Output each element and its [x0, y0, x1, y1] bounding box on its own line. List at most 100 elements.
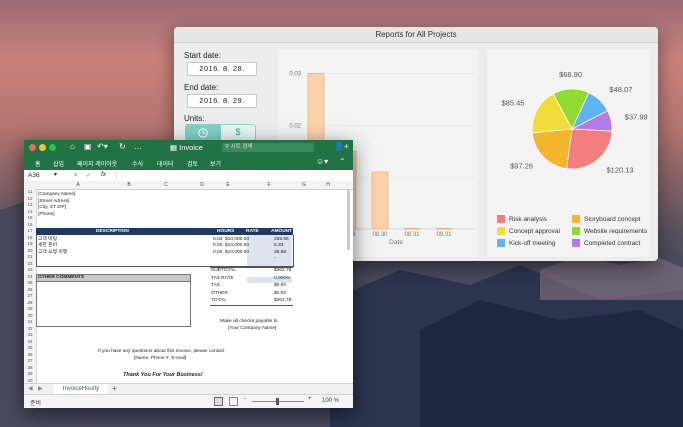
total-value-cell[interactable]: $302.78: [274, 298, 291, 304]
minimize-button[interactable]: [39, 144, 46, 151]
item-desc-cell[interactable]: 고객 미팅: [38, 237, 57, 243]
save-icon[interactable]: ▣: [84, 142, 92, 151]
item-amount-cell[interactable]: 8.33: [274, 243, 283, 249]
phone-cell[interactable]: [Phone]: [38, 212, 55, 218]
item-hours-cell[interactable]: 0.00: [213, 243, 222, 249]
legend-item: Storyboard concept: [572, 215, 640, 224]
city-cell[interactable]: [City, ST ZIP]: [38, 205, 66, 211]
status-bar: 준비 − + 100 %: [24, 394, 353, 408]
tab-review[interactable]: 검토: [187, 159, 198, 168]
payable-line-1: Make all checks payable to: [220, 319, 278, 324]
start-date-field[interactable]: 2016. 8. 28.: [187, 62, 257, 76]
item-hours-cell[interactable]: 0.03: [213, 237, 222, 243]
other-comments-box[interactable]: [36, 281, 191, 327]
close-button[interactable]: [29, 144, 36, 151]
tab-view[interactable]: 보기: [210, 159, 221, 168]
legend-label: Completed contract: [584, 240, 641, 247]
add-sheet-button[interactable]: +: [112, 384, 117, 393]
normal-view-icon[interactable]: [214, 397, 223, 406]
page-layout-view-icon[interactable]: [229, 397, 238, 406]
redo-icon[interactable]: ↻: [119, 142, 126, 151]
legend-item: Kick-off meeting: [497, 239, 555, 248]
item-amount-cell[interactable]: 255.56: [274, 237, 289, 243]
bar: [371, 171, 389, 230]
total-label-cell[interactable]: TOTAL: [211, 298, 226, 304]
enter-icon[interactable]: ✓: [86, 171, 91, 179]
total-value-cell[interactable]: $0.00: [274, 291, 286, 297]
street-cell[interactable]: [Street Adress]: [38, 199, 69, 205]
item-rate-cell[interactable]: $10,000.00: [225, 237, 249, 243]
item-rate-cell[interactable]: $10,000.00: [225, 243, 249, 249]
formula-input[interactable]: [116, 171, 345, 179]
end-date-field[interactable]: 2016. 8. 29.: [187, 94, 257, 108]
start-date-label: Start date:: [184, 51, 221, 60]
y-tick-label: 0.03: [289, 71, 301, 77]
tab-insert[interactable]: 삽입: [53, 159, 64, 168]
pie-chart: $120.13 $97.26 $85.45 $66.90 $48.07 $37.99: [502, 70, 648, 175]
total-label-cell[interactable]: TAX RATE: [211, 276, 234, 282]
unit-money-button[interactable]: $: [220, 124, 256, 141]
zoom-slider[interactable]: [252, 398, 304, 405]
pie-label: $120.13: [606, 166, 633, 175]
more-icon[interactable]: …: [134, 142, 142, 151]
total-label-cell[interactable]: OTHER: [211, 291, 228, 297]
collapse-ribbon-icon[interactable]: ⌃: [339, 157, 346, 166]
header-description[interactable]: DESCRIPTION: [96, 229, 129, 235]
item-desc-cell[interactable]: 세한 준비: [38, 243, 57, 249]
total-value-cell[interactable]: $0.00: [274, 283, 286, 289]
total-label-cell[interactable]: SUBTOTAL: [211, 268, 236, 274]
header-amount[interactable]: AMOUNT: [271, 229, 292, 235]
undo-icon[interactable]: ↶▾: [97, 142, 108, 151]
total-value-cell[interactable]: 0.000%: [274, 276, 290, 282]
zoom-in-icon[interactable]: +: [308, 396, 312, 402]
header-rate[interactable]: RATE: [246, 229, 259, 235]
search-sheet-input[interactable]: ⚲ 시트 검색: [222, 143, 314, 152]
share-icon[interactable]: 👤+: [334, 142, 349, 151]
excel-titlebar: ⌂ ▣ ↶▾ ↻ … ▦ Invoice ⚲ 시트 검색 👤+ 홈 삽입 페이지…: [24, 140, 353, 170]
x-tick-label: 08.30: [372, 232, 388, 238]
total-label-cell[interactable]: TAX: [211, 283, 220, 289]
function-icon[interactable]: fx: [101, 171, 106, 178]
header-hours[interactable]: HOURS: [217, 229, 234, 235]
zoom-out-icon[interactable]: −: [243, 396, 247, 402]
tab-page-layout[interactable]: 페이지 레이아웃: [77, 159, 117, 168]
clock-icon: [198, 127, 208, 138]
vertical-scrollbar[interactable]: [346, 190, 351, 370]
total-line: [210, 305, 293, 306]
legend-item: Risk analysis: [497, 215, 547, 224]
item-amount-cell[interactable]: 38.89: [274, 250, 286, 256]
name-box[interactable]: A36: [28, 172, 40, 179]
tab-data[interactable]: 데이터: [157, 159, 174, 168]
smiley-icon[interactable]: ☺▾: [316, 157, 328, 166]
item-hours-cell[interactable]: 0.00: [213, 250, 222, 256]
pie-label: $37.99: [625, 113, 648, 122]
status-ready: 준비: [30, 401, 42, 407]
item-rate-cell[interactable]: $10,000.00: [225, 250, 249, 256]
company-name-cell[interactable]: [Company Name]: [38, 192, 75, 198]
legend-label: Storyboard concept: [584, 216, 641, 223]
tab-home[interactable]: 홈: [35, 159, 41, 168]
unit-time-button[interactable]: [185, 124, 221, 141]
total-value-cell[interactable]: $302.78: [274, 268, 291, 274]
tab-formulas[interactable]: 수식: [132, 159, 143, 168]
home-icon[interactable]: ⌂: [70, 142, 75, 151]
legend-item: Completed contract: [572, 239, 640, 248]
reports-title: Reports for All Projects: [174, 27, 658, 43]
legend-swatch: [497, 227, 505, 236]
next-sheet-icon[interactable]: ▶: [38, 385, 43, 392]
zoom-button[interactable]: [49, 144, 56, 151]
name-box-dropdown-icon[interactable]: ▾: [54, 171, 57, 178]
item-desc-cell[interactable]: 고객 요청 미행: [38, 250, 67, 256]
pie-slice: [566, 128, 613, 170]
sheet-grid[interactable]: [Company Name] [Street Adress] [City, ST…: [36, 189, 353, 383]
questions-line: If you have any questions about this inv…: [98, 349, 225, 354]
cancel-icon[interactable]: ✕: [73, 171, 78, 179]
bar: [435, 228, 453, 230]
zoom-level: 100 %: [322, 398, 340, 404]
legend-swatch: [572, 227, 580, 236]
other-comments-label: OTHER COMMENTS: [38, 274, 85, 280]
pie-label: $85.45: [502, 98, 525, 107]
legend-label: Risk analysis: [509, 216, 547, 223]
item-amount-cell[interactable]: -: [274, 256, 276, 262]
prev-sheet-icon[interactable]: ◀: [28, 385, 33, 392]
